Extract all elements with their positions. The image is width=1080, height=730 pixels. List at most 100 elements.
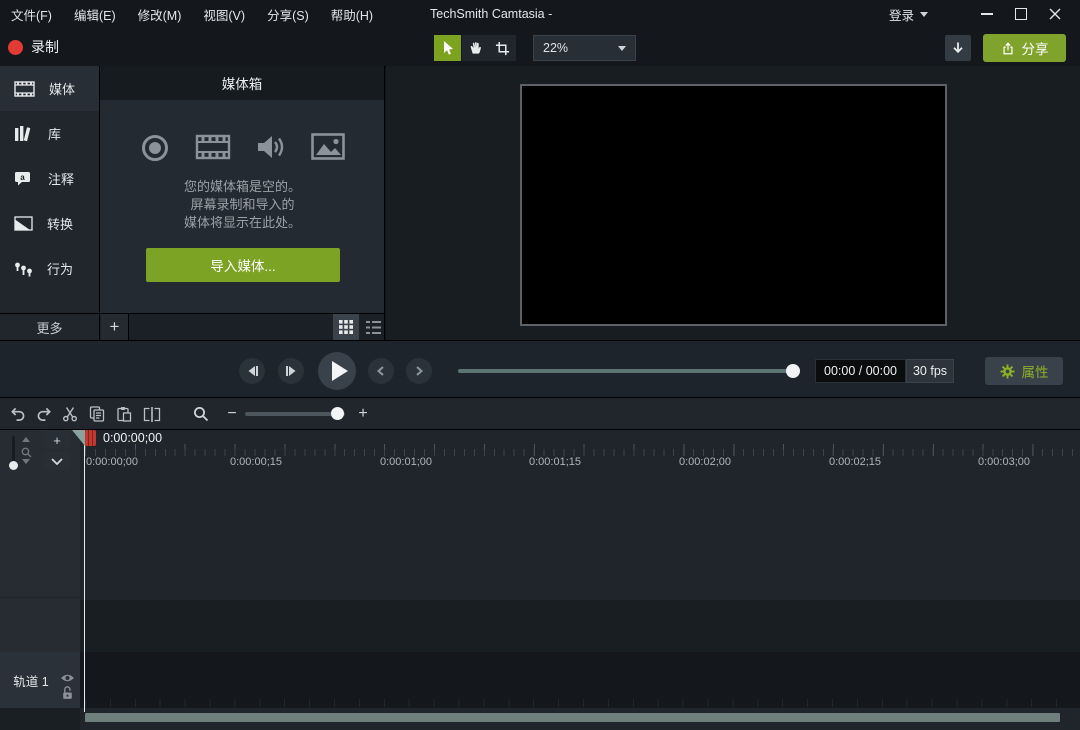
share-button[interactable]: 分享 [983,34,1066,62]
sign-in-menu[interactable]: 登录 [889,0,928,28]
previous-clip-button[interactable] [368,358,394,384]
sidebar-item-annotations[interactable]: a 注释 [0,156,99,201]
sign-in-label: 登录 [888,8,914,23]
ruler-label: 0:00:00;15 [230,456,282,468]
playhead-time-label: 0:00:00;00 [103,431,163,445]
sidebar-item-media[interactable]: 媒体 [0,66,99,111]
record-icon [8,39,23,55]
record-icon [142,135,168,161]
timeline-zoom-out-button[interactable]: − [219,404,245,424]
ruler-label: 0:00:02;00 [679,456,731,468]
timeline-zoom-slider-thumb[interactable] [331,407,344,420]
ruler-label: 0:00:02;15 [829,456,881,468]
behaviors-icon [15,262,32,277]
grid-view-button[interactable] [333,314,359,340]
scissors-icon [63,407,78,422]
media-bin-header-tab[interactable]: 媒体箱 [100,66,385,100]
sidebar-item-behaviors[interactable]: 行为 [0,246,99,291]
plus-icon: + [53,432,61,448]
step-forward-icon [285,366,295,376]
maximize-icon [1015,8,1027,20]
share-icon [1002,41,1013,54]
split-icon [143,406,161,422]
menu-modify[interactable]: 修改(M) [127,0,193,28]
menu-help[interactable]: 帮助(H) [320,0,384,28]
playhead-in-handle[interactable] [72,430,85,446]
play-button[interactable] [318,352,356,390]
filmstrip-icon [195,134,231,160]
transition-icon [14,216,33,231]
next-clip-button[interactable] [406,358,432,384]
sidebar-more-button[interactable]: 更多 [0,314,100,340]
add-track-button[interactable]: + [44,431,70,449]
paste-icon [117,407,132,422]
seek-slider[interactable] [458,369,798,373]
timeline-zoom-in-button[interactable]: + [350,404,376,424]
close-button[interactable] [1038,0,1072,28]
playhead-line[interactable] [84,430,85,712]
grid-icon [339,320,353,334]
plus-icon: + [358,405,368,422]
redo-icon [37,407,51,421]
track-height-slider-thumb[interactable] [9,461,18,470]
minimize-icon [981,13,993,15]
hand-icon [470,42,481,54]
step-forward-button[interactable] [278,358,304,384]
pan-tool-button[interactable] [462,35,489,61]
zoom-in-arrow-icon[interactable] [22,437,30,442]
menu-share[interactable]: 分享(S) [256,0,320,28]
step-backward-button[interactable] [239,358,265,384]
minus-icon: − [227,405,237,422]
list-view-button[interactable] [360,314,386,340]
books-icon [15,125,31,141]
export-local-button[interactable] [945,35,971,61]
sidebar-item-library[interactable]: 库 [0,111,99,156]
menu-edit[interactable]: 编辑(E) [63,0,127,28]
import-media-button[interactable]: 导入媒体... [146,248,340,282]
copy-button[interactable] [84,404,110,424]
split-button[interactable] [139,404,165,424]
seek-slider-thumb[interactable] [786,364,800,378]
menu-view[interactable]: 视图(V) [192,0,256,28]
ruler-label: 0:00:00;00 [86,456,138,468]
collapse-tracks-button[interactable] [44,452,70,470]
redo-button[interactable] [31,404,57,424]
add-media-button[interactable]: + [101,314,129,340]
crop-tool-button[interactable] [489,35,516,61]
zoom-out-arrow-icon[interactable] [22,459,30,464]
undo-button[interactable] [4,404,30,424]
window-title: TechSmith Camtasia - [430,7,553,21]
maximize-button[interactable] [1004,0,1038,28]
media-bin-empty-icons [100,133,385,163]
crop-icon [495,41,510,55]
step-backward-icon [248,366,258,376]
magnifier-icon [194,407,209,422]
menu-file[interactable]: 文件(F) [0,0,63,28]
track-lock-toggle[interactable] [62,686,73,705]
fps-display[interactable]: 30 fps [906,359,954,383]
canvas-zoom-select[interactable]: 22% [533,35,636,61]
ruler-label: 0:00:01;00 [380,456,432,468]
chevron-down-icon [51,457,63,465]
close-icon [1049,8,1061,20]
timeline-zoom-slider[interactable] [245,412,345,416]
timeline-middle-strip[interactable] [80,600,1080,652]
video-preview[interactable] [520,84,947,326]
track-1-name: 轨道 1 [13,674,49,689]
play-icon [331,361,348,381]
timeline-zoom-button[interactable] [188,404,214,424]
copy-icon [89,406,105,422]
record-button[interactable]: 录制 [8,35,59,59]
paste-button[interactable] [111,404,137,424]
cut-button[interactable] [57,404,83,424]
tools-sidebar: 媒体 库 a 注释 转换 行为 [0,66,100,313]
ruler-label: 0:00:01;15 [529,456,581,468]
properties-button[interactable]: 属性 [985,357,1063,385]
image-icon [311,133,345,160]
playhead-head[interactable] [85,430,96,446]
sidebar-item-transitions[interactable]: 转换 [0,201,99,246]
minimize-button[interactable] [970,0,1004,28]
chevron-down-icon [618,45,626,51]
timeline-horizontal-scrollbar[interactable] [85,713,1060,722]
cursor-tool-button[interactable] [434,35,461,61]
